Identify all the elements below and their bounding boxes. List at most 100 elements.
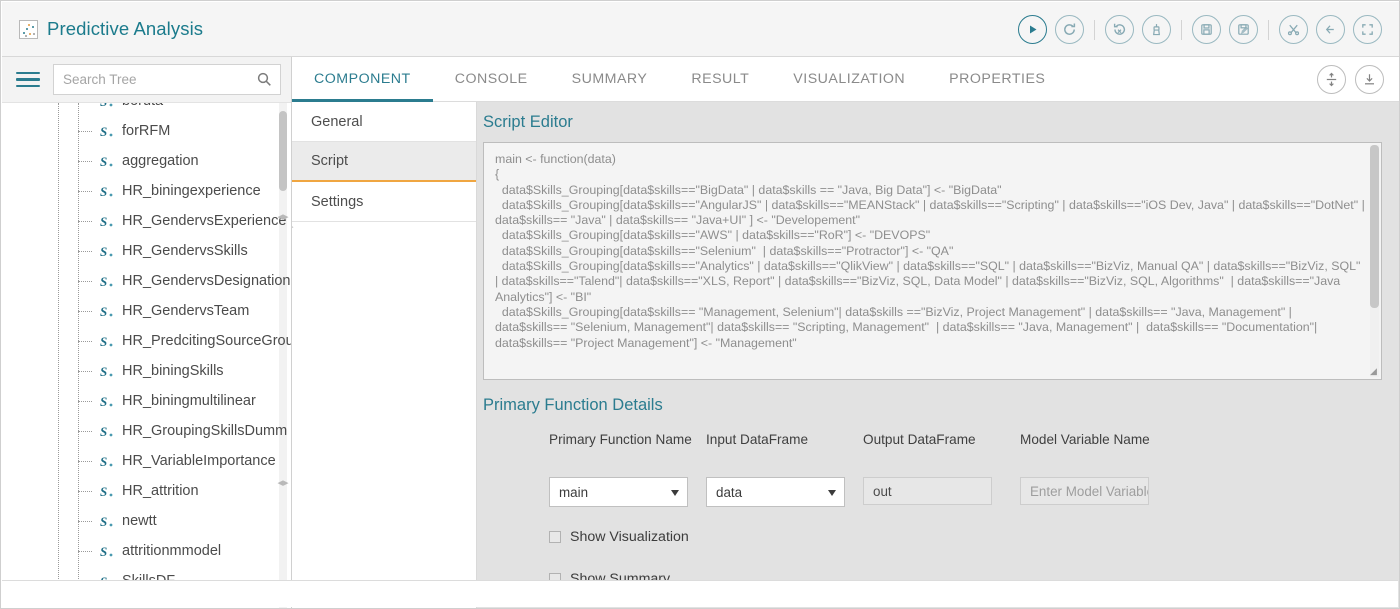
- tree-header: [2, 57, 291, 103]
- tree-item-label: HR_VariableImportance: [98, 453, 276, 469]
- bottom-strip: [2, 580, 1398, 607]
- field-primary-function-name: Primary Function Name main: [549, 431, 706, 507]
- primary-function-details-title: Primary Function Details: [483, 396, 1382, 415]
- search-tree-box[interactable]: [53, 64, 281, 95]
- expand-vertical-icon[interactable]: [1317, 65, 1346, 94]
- chevron-down-icon: [828, 490, 836, 496]
- tab-bar: COMPONENT CONSOLE SUMMARY RESULT VISUALI…: [292, 57, 1400, 102]
- tab-result[interactable]: RESULT: [669, 57, 771, 102]
- primary-function-name-select[interactable]: main: [549, 477, 688, 507]
- svg-text:S: S: [100, 154, 107, 169]
- title-bar: Predictive Analysis: [2, 2, 1400, 57]
- tab-properties[interactable]: PROPERTIES: [927, 57, 1067, 102]
- script-editor-title: Script Editor: [483, 113, 1382, 132]
- main-toolbar: [1018, 2, 1382, 57]
- search-input[interactable]: [54, 65, 280, 94]
- show-visualization-label: Show Visualization: [570, 529, 689, 545]
- tree-item[interactable]: S HR_GroupingSkillsDumm: [2, 416, 292, 446]
- output-dataframe-input: out: [863, 477, 992, 505]
- save-as-button[interactable]: [1229, 15, 1258, 44]
- refresh-button[interactable]: [1055, 15, 1084, 44]
- tree-item[interactable]: S boruta: [2, 103, 292, 116]
- tree-item[interactable]: S HR_VariableImportance: [2, 446, 292, 476]
- tree-item-label: HR_biningexperience: [98, 183, 261, 199]
- svg-text:S: S: [100, 484, 107, 499]
- tree-item-label: HR_GroupingSkillsDumm: [98, 423, 287, 439]
- script-editor-code[interactable]: main <- function(data) { data$Skills_Gro…: [484, 143, 1381, 359]
- script-icon: S: [98, 123, 114, 139]
- tree-item[interactable]: S HR_GendervsExperience: [2, 206, 292, 236]
- tree-item-label: HR_GendervsDesignation: [98, 273, 290, 289]
- tree-item[interactable]: S newtt: [2, 506, 292, 536]
- input-dataframe-select[interactable]: data: [706, 477, 845, 507]
- tree-item[interactable]: S HR_GendervsSkills: [2, 236, 292, 266]
- panel-collapse-handle-bottom[interactable]: ◂▸: [274, 475, 292, 489]
- tree-item-label: HR_GendervsExperience: [98, 213, 286, 229]
- tree-item[interactable]: S HR_biningSkills: [2, 356, 292, 386]
- tab-component[interactable]: COMPONENT: [292, 57, 433, 102]
- show-visualization-row[interactable]: Show Visualization: [549, 529, 1382, 545]
- svg-text:S: S: [100, 514, 107, 529]
- tab-summary[interactable]: SUMMARY: [550, 57, 670, 102]
- tree-item[interactable]: S HR_GendervsDesignation: [2, 266, 292, 296]
- script-editor-box[interactable]: main <- function(data) { data$Skills_Gro…: [483, 142, 1382, 380]
- subnav-label: Settings: [311, 194, 363, 210]
- svg-text:S: S: [100, 124, 107, 139]
- primary-function-checkboxes: Show Visualization Show Summary: [483, 529, 1382, 587]
- script-icon: S: [98, 183, 114, 199]
- field-label: Output DataFrame: [863, 431, 1020, 467]
- script-icon: S: [98, 393, 114, 409]
- svg-text:S: S: [100, 454, 107, 469]
- run-button[interactable]: [1018, 15, 1047, 44]
- script-icon: S: [98, 483, 114, 499]
- application-window: Predictive Analysis: [0, 0, 1400, 609]
- subnav-item-script[interactable]: Script: [292, 142, 476, 182]
- save-button[interactable]: [1192, 15, 1221, 44]
- fullscreen-button[interactable]: [1353, 15, 1382, 44]
- field-input-dataframe: Input DataFrame data: [706, 431, 863, 507]
- content-area: COMPONENT CONSOLE SUMMARY RESULT VISUALI…: [292, 57, 1400, 609]
- model-variable-name-input[interactable]: Enter Model Variable: [1020, 477, 1149, 505]
- cut-connection-button[interactable]: [1279, 15, 1308, 44]
- tree-item[interactable]: S HR_PredcitingSourceGrou: [2, 326, 292, 356]
- subnav-item-settings[interactable]: Settings: [292, 182, 476, 222]
- tree-item[interactable]: S HR_attrition: [2, 476, 292, 506]
- hamburger-icon[interactable]: [16, 68, 40, 92]
- panel-collapse-handle-top[interactable]: ◂▸: [274, 209, 292, 223]
- back-button[interactable]: [1316, 15, 1345, 44]
- tree-item[interactable]: S attritionmmodel: [2, 536, 292, 566]
- toolbar-divider: [1181, 20, 1182, 40]
- subnav-item-general[interactable]: General: [292, 102, 476, 142]
- tree-item-label: HR_PredcitingSourceGrou: [98, 333, 292, 349]
- show-visualization-checkbox[interactable]: [549, 531, 561, 543]
- svg-text:S: S: [100, 244, 107, 259]
- clean-button[interactable]: [1142, 15, 1171, 44]
- tree-list[interactable]: S boruta S forRFM S aggregation: [2, 103, 292, 609]
- script-scrollbar-thumb[interactable]: [1370, 145, 1379, 308]
- tree-item[interactable]: S forRFM: [2, 116, 292, 146]
- reset-button[interactable]: [1105, 15, 1134, 44]
- resize-grip[interactable]: ◢: [1368, 366, 1379, 377]
- tree-item[interactable]: S HR_biningmultilinear: [2, 386, 292, 416]
- script-icon: S: [98, 513, 114, 529]
- tab-visualization[interactable]: VISUALIZATION: [771, 57, 927, 102]
- script-icon: S: [98, 543, 114, 559]
- tab-console[interactable]: CONSOLE: [433, 57, 550, 102]
- tree-item[interactable]: S HR_GendervsTeam: [2, 296, 292, 326]
- subnav-expand-handle[interactable]: ▸: [292, 220, 294, 233]
- tree-panel: S boruta S forRFM S aggregation: [2, 57, 292, 609]
- page-title: Predictive Analysis: [47, 18, 203, 40]
- field-label: Model Variable Name: [1020, 431, 1180, 467]
- toolbar-divider: [1268, 20, 1269, 40]
- svg-text:S: S: [100, 334, 107, 349]
- search-icon[interactable]: [256, 71, 272, 92]
- tree-item[interactable]: S aggregation: [2, 146, 292, 176]
- download-icon[interactable]: [1355, 65, 1384, 94]
- scatter-plot-icon: [19, 20, 38, 39]
- tree-scroll-content: S boruta S forRFM S aggregation: [2, 103, 292, 596]
- field-model-variable-name: Model Variable Name Enter Model Variable: [1020, 431, 1180, 507]
- tree-item[interactable]: S HR_biningexperience: [2, 176, 292, 206]
- subnav-label: General: [311, 114, 363, 130]
- svg-text:S: S: [100, 184, 107, 199]
- tree-item-label: HR_GendervsTeam: [98, 303, 249, 319]
